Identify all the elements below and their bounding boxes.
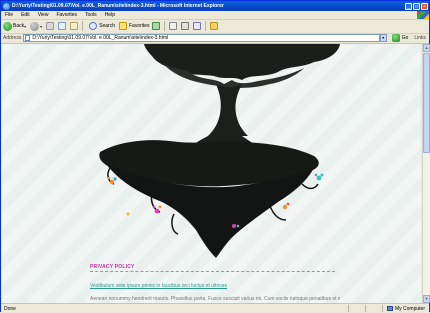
toolbar: Back ▾ ▾ Search Favorites xyxy=(1,19,429,34)
windows-flag-icon xyxy=(417,11,429,19)
ie-logo-icon xyxy=(3,2,10,10)
edit-icon[interactable] xyxy=(192,22,201,30)
menu-file[interactable]: File xyxy=(1,12,17,18)
maximize-button[interactable]: □ xyxy=(413,2,420,10)
close-button[interactable]: × xyxy=(421,2,428,10)
address-input[interactable]: D:\Yuriy\Testing\01.09.07\Vol. e.00L_Ran… xyxy=(23,34,380,42)
forward-button[interactable]: ▾ xyxy=(30,21,44,31)
page-icon xyxy=(25,35,31,41)
toolbar-separator xyxy=(163,21,165,31)
favorites-icon xyxy=(119,22,127,30)
search-label: Search xyxy=(99,23,115,29)
computer-icon xyxy=(386,306,393,311)
flower-pink xyxy=(152,205,162,214)
menu-view[interactable]: View xyxy=(34,12,53,18)
home-icon[interactable] xyxy=(70,22,79,30)
flower-teal xyxy=(314,173,324,181)
security-zone: My Computer xyxy=(381,305,429,312)
favorites-button[interactable]: Favorites xyxy=(117,22,150,30)
flower-orange-right xyxy=(282,202,290,210)
title-bar: D:\Yuriy\Testing\01.09.07\Vol. e.00L_Ran… xyxy=(1,1,429,11)
section-title: PRIVACY POLICY xyxy=(90,264,135,270)
toolbar-separator xyxy=(82,21,84,31)
search-icon xyxy=(89,22,98,30)
back-dropdown-icon[interactable]: ▾ xyxy=(24,24,26,29)
zone-label: My Computer xyxy=(394,305,425,312)
vertical-scrollbar[interactable]: ▲ ▼ xyxy=(422,44,430,303)
status-panel xyxy=(347,305,365,312)
search-button[interactable]: Search xyxy=(87,22,115,30)
address-value: D:\Yuriy\Testing\01.09.07\Vol. e.00L_Ran… xyxy=(32,35,169,41)
minimize-button[interactable]: _ xyxy=(405,2,412,10)
links-button[interactable]: Links xyxy=(411,35,429,41)
page-content: PRIVACY POLICY Vestibulum ante ipsum pri… xyxy=(2,44,421,303)
address-dropdown-icon[interactable]: ▾ xyxy=(379,34,387,42)
favorites-label: Favorites xyxy=(129,23,150,29)
go-icon xyxy=(391,34,400,42)
status-panel xyxy=(364,305,382,312)
floating-island-illustration xyxy=(99,44,340,258)
go-button[interactable]: Go xyxy=(387,34,412,42)
section-divider xyxy=(90,271,335,272)
folder-icon[interactable] xyxy=(209,22,218,30)
back-button[interactable]: Back ▾ xyxy=(3,21,28,31)
go-label: Go xyxy=(401,35,409,41)
menu-help[interactable]: Help xyxy=(101,12,119,18)
status-text: Done xyxy=(4,305,16,312)
refresh-icon[interactable] xyxy=(58,22,67,30)
forward-icon xyxy=(30,21,40,31)
menu-favorites[interactable]: Favorites xyxy=(52,12,81,18)
forward-dropdown-icon[interactable]: ▾ xyxy=(40,24,42,29)
print-icon[interactable] xyxy=(180,22,189,30)
address-bar: Address D:\Yuriy\Testing\01.09.07\Vol. e… xyxy=(1,33,429,44)
toolbar-separator xyxy=(204,21,206,31)
scroll-thumb[interactable] xyxy=(423,53,430,153)
media-icon[interactable] xyxy=(151,22,160,30)
menu-edit[interactable]: Edit xyxy=(17,12,34,18)
content-link[interactable]: Vestibulum ante ipsum primis in faucibus… xyxy=(90,283,227,289)
menu-tools[interactable]: Tools xyxy=(81,12,101,18)
address-label: Address xyxy=(3,35,22,41)
back-label: Back xyxy=(13,23,25,29)
scroll-up-icon[interactable]: ▲ xyxy=(423,44,430,52)
content-body-text: Aenean nonummy hendrerit mauris. Phasell… xyxy=(90,296,340,302)
scroll-down-icon[interactable]: ▼ xyxy=(423,295,430,303)
mail-icon[interactable] xyxy=(168,22,177,30)
back-icon xyxy=(3,21,12,31)
stop-icon[interactable] xyxy=(46,22,55,30)
browser-window: D:\Yuriy\Testing\01.09.07\Vol. e.00L_Ran… xyxy=(0,0,430,313)
flower-yellow xyxy=(126,212,130,216)
window-title: D:\Yuriy\Testing\01.09.07\Vol. e.00L_Ran… xyxy=(12,3,224,9)
